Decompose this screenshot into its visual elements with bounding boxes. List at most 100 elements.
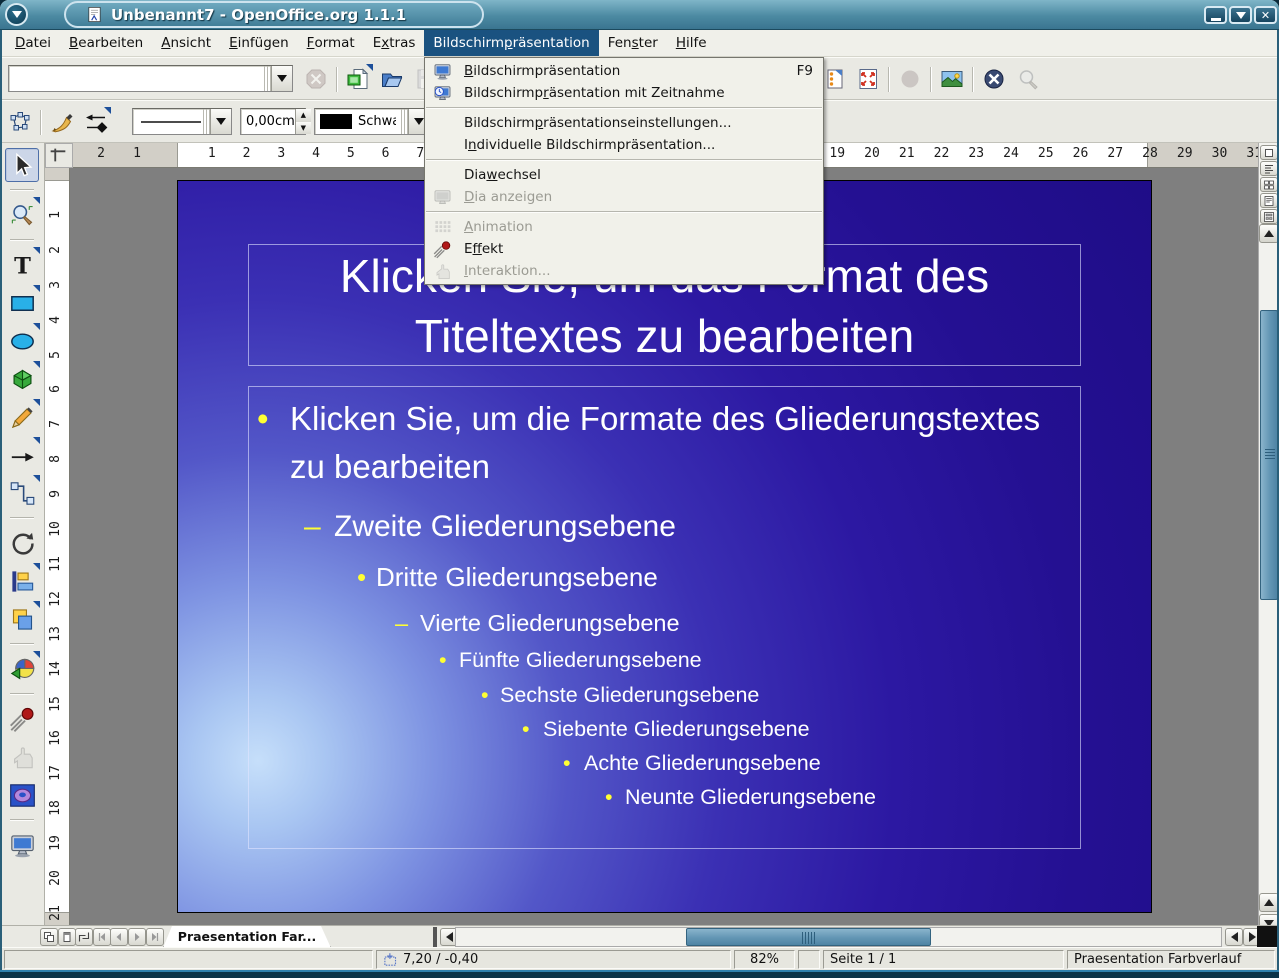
- document-icon: [86, 6, 103, 23]
- presentation-tool-tool-button[interactable]: [5, 828, 39, 862]
- horizontal-scroll-thumb[interactable]: [686, 928, 931, 946]
- menu-format[interactable]: Format: [298, 30, 364, 56]
- ellipse-tool-button[interactable]: [5, 324, 39, 358]
- spin-down-icon[interactable]: ▼: [296, 122, 311, 135]
- url-input[interactable]: [9, 66, 264, 91]
- line-style-combobox[interactable]: [132, 108, 232, 135]
- ruler-number: 21: [899, 146, 915, 161]
- vertical-scrollbar[interactable]: [1258, 143, 1279, 938]
- line-color-combobox[interactable]: Schwarz: [314, 108, 430, 135]
- new-document-button[interactable]: [344, 65, 372, 93]
- menuitem-bildschirmpraesentation[interactable]: BildschirmpräsentationF9: [425, 60, 823, 82]
- window-title: Unbenannt7 - OpenOffice.org 1.1.1: [111, 6, 406, 24]
- spin-up-icon[interactable]: ▲: [296, 109, 311, 122]
- outline-text: Dritte Gliederungsebene: [376, 562, 658, 592]
- menu-bearbeiten[interactable]: Bearbeiten: [60, 30, 152, 56]
- toolbar-separator: [888, 67, 890, 92]
- page-mode-button[interactable]: [40, 928, 58, 946]
- master-mode-button[interactable]: [58, 928, 76, 946]
- curve-tool-button[interactable]: [5, 400, 39, 434]
- status-position-field[interactable]: 7,20 / -0,40: [376, 950, 731, 969]
- horizontal-scrollbar[interactable]: [455, 927, 1222, 947]
- line-width-spinner[interactable]: ▲▼: [295, 109, 311, 134]
- handout-view-button[interactable]: [1260, 209, 1278, 224]
- vertical-scroll-thumb[interactable]: [1260, 310, 1278, 600]
- tab-selector[interactable]: [45, 143, 73, 168]
- slide-tab[interactable]: Praesentation Far...: [163, 926, 331, 948]
- zoom-tool-tool-button[interactable]: [5, 198, 39, 232]
- line-tool-button[interactable]: [5, 438, 39, 472]
- titlebar[interactable]: Unbenannt7 - OpenOffice.org 1.1.1 ✕: [0, 0, 1279, 30]
- menu-fenster[interactable]: Fenster: [599, 30, 667, 56]
- dropdown-corner-icon: [33, 437, 40, 444]
- scroll-up-button[interactable]: [1259, 224, 1279, 243]
- controller3d-tool-button[interactable]: [5, 778, 39, 812]
- menuitem-effekt[interactable]: Effekt: [425, 238, 823, 260]
- insert-tool-button[interactable]: [5, 652, 39, 686]
- drawing-view-button[interactable]: [1260, 145, 1278, 160]
- zoom-page-button[interactable]: [854, 65, 882, 93]
- url-combobox[interactable]: [8, 65, 293, 92]
- maximize-button[interactable]: [1229, 6, 1252, 24]
- scroll-left-button-2[interactable]: [1225, 928, 1243, 946]
- ruler-number: 23: [968, 146, 984, 161]
- alignment-tool-button[interactable]: [5, 564, 39, 598]
- ruler-number: 6: [382, 146, 390, 161]
- arrow-style-button[interactable]: [82, 108, 110, 136]
- close-button[interactable]: ✕: [1254, 6, 1277, 24]
- layer-mode-button[interactable]: [75, 928, 93, 946]
- menu-datei[interactable]: Datei: [6, 30, 60, 56]
- minimize-button[interactable]: [1204, 6, 1227, 24]
- pen-button[interactable]: [48, 108, 76, 136]
- combo-grip: [264, 66, 271, 91]
- edit-points-button[interactable]: [6, 108, 34, 136]
- menu-hilfe[interactable]: Hilfe: [667, 30, 716, 56]
- maximize-icon: [1236, 12, 1246, 19]
- outline-view-button[interactable]: [1260, 161, 1278, 176]
- arrow-right-icon: [1249, 932, 1256, 942]
- menu-ansicht[interactable]: Ansicht: [152, 30, 220, 56]
- magnifier-button: [1014, 65, 1042, 93]
- menu-bildschirmpraesentation[interactable]: Bildschirmpräsentation: [424, 30, 598, 56]
- effect-tool-tool-button[interactable]: [5, 702, 39, 736]
- open-button[interactable]: [378, 65, 406, 93]
- object3d-tool-button[interactable]: [5, 362, 39, 396]
- slide[interactable]: Klicken Sie, um das Format desTiteltexte…: [177, 180, 1152, 913]
- rectangle-tool-button[interactable]: [5, 286, 39, 320]
- previous-page-button[interactable]: [1259, 893, 1279, 912]
- line-style-dropdown-button[interactable]: [210, 109, 231, 134]
- menuitem-individuelle-bildschirmpraesentation[interactable]: Individuelle Bildschirmpräsentation...: [425, 134, 823, 156]
- slides-view-button[interactable]: [1260, 177, 1278, 192]
- resize-corner[interactable]: [1257, 926, 1279, 948]
- vertical-ruler[interactable]: 123456789101112131415161718192021: [45, 168, 70, 925]
- connector-tool-button[interactable]: [5, 476, 39, 510]
- status-template-field[interactable]: Praesentation Farbverlauf: [1067, 950, 1275, 969]
- line-width-field[interactable]: 0,00cm ▲▼: [240, 108, 306, 135]
- text-tool-button[interactable]: T: [5, 248, 39, 282]
- page-indicator: Seite 1 / 1: [830, 952, 896, 967]
- splitter-handle[interactable]: [433, 927, 437, 947]
- outline-placeholder[interactable]: •Klicken Sie, um die Formate des Glieder…: [248, 386, 1081, 849]
- menu-einfuegen[interactable]: Einfügen: [220, 30, 298, 56]
- partially-hidden-button[interactable]: [820, 65, 848, 93]
- arrange-tool-button[interactable]: [5, 602, 39, 636]
- url-dropdown-button[interactable]: [271, 66, 292, 91]
- navigator-button[interactable]: [980, 65, 1008, 93]
- window-menu-button[interactable]: [5, 3, 28, 26]
- menuitem-diawechsel[interactable]: Diawechsel: [425, 164, 823, 186]
- menuitem-bildschirmpraesentationseinstellungen[interactable]: Bildschirmpräsentationseinstellungen...: [425, 112, 823, 134]
- menu-extras[interactable]: Extras: [364, 30, 425, 56]
- ruler-number: 20: [864, 146, 880, 161]
- status-page-field[interactable]: Seite 1 / 1: [823, 950, 1064, 969]
- gallery-button[interactable]: [938, 65, 966, 93]
- menu-shortcut: F9: [797, 63, 813, 79]
- notes-view-button[interactable]: [1260, 193, 1278, 208]
- select-tool-button[interactable]: [5, 148, 39, 182]
- status-zoom-field[interactable]: 82%: [734, 950, 795, 969]
- pen-icon: [50, 110, 74, 134]
- menuitem-bildschirmpraesentation-mit-zeitnahme[interactable]: Bildschirmpräsentation mit Zeitnahme: [425, 82, 823, 104]
- toolbar-separator: [10, 643, 34, 645]
- rotate-tool-button[interactable]: [5, 526, 39, 560]
- ruler-number: 6: [48, 385, 63, 393]
- presentation-icon: [433, 62, 455, 81]
